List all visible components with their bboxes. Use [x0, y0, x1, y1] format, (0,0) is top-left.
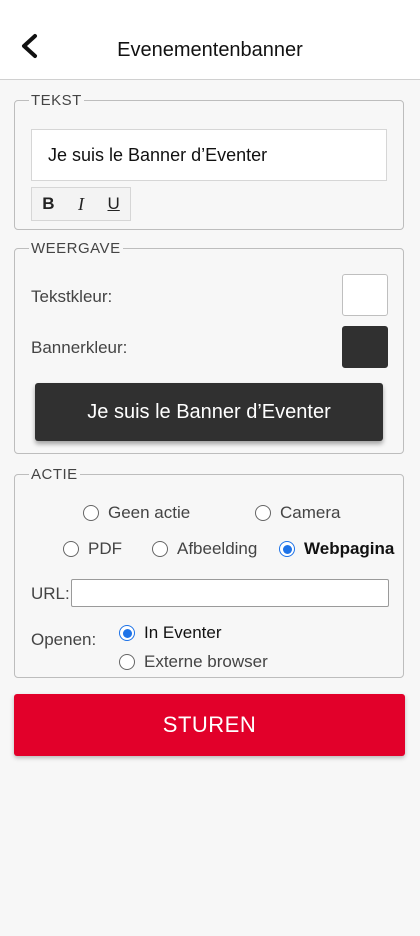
weergave-section: WEERGAVE Tekstkleur: Bannerkleur: Je sui…: [14, 240, 404, 454]
actie-section: ACTIE Geen actie Camera PDF Afbeelding W…: [14, 466, 404, 678]
radio-label: In Eventer: [144, 623, 222, 642]
banner-color-swatch[interactable]: [342, 326, 388, 368]
radio-afbeelding[interactable]: Afbeelding: [152, 539, 257, 559]
radio-circle: [255, 505, 271, 521]
tekst-legend: TEKST: [31, 92, 82, 109]
radio-pdf[interactable]: PDF: [63, 539, 122, 559]
radio-camera[interactable]: Camera: [255, 503, 340, 523]
radio-label: PDF: [88, 539, 122, 558]
radio-in-eventer[interactable]: In Eventer: [119, 623, 222, 643]
radio-label: Afbeelding: [177, 539, 258, 558]
open-label: Openen:: [31, 630, 97, 649]
text-color-swatch[interactable]: [342, 274, 388, 316]
radio-geen-actie[interactable]: Geen actie: [83, 503, 190, 523]
tekst-section: TEKST Je suis le Banner d’Eventer B I U: [14, 92, 404, 230]
bold-button[interactable]: B: [36, 194, 60, 214]
radio-circle: [119, 625, 135, 641]
radio-circle: [119, 654, 135, 670]
radio-label: Camera: [280, 503, 341, 522]
send-button[interactable]: STUREN: [14, 694, 405, 756]
radio-circle: [152, 541, 168, 557]
page-title: Evenementenbanner: [117, 39, 303, 61]
url-input[interactable]: [71, 579, 389, 607]
weergave-legend: WEERGAVE: [31, 240, 121, 257]
italic-button[interactable]: I: [69, 194, 93, 215]
radio-label: Webpagina: [304, 539, 395, 558]
radio-circle: [63, 541, 79, 557]
text-color-label: Tekstkleur:: [31, 287, 113, 306]
radio-externe-browser[interactable]: Externe browser: [119, 652, 268, 672]
radio-label: Geen actie: [108, 503, 191, 522]
format-toolbar: B I U: [31, 187, 131, 221]
radio-label: Externe browser: [144, 652, 268, 671]
radio-webpagina[interactable]: Webpagina: [279, 539, 394, 559]
banner-text-input[interactable]: Je suis le Banner d’Eventer: [31, 129, 387, 181]
banner-preview: Je suis le Banner d’Eventer: [35, 383, 383, 441]
banner-color-label: Bannerkleur:: [31, 338, 128, 357]
underline-button[interactable]: U: [102, 194, 126, 214]
header: Evenementenbanner: [0, 0, 420, 80]
url-label: URL:: [31, 584, 70, 603]
actie-legend: ACTIE: [31, 466, 78, 483]
radio-circle: [279, 541, 295, 557]
radio-circle: [83, 505, 99, 521]
